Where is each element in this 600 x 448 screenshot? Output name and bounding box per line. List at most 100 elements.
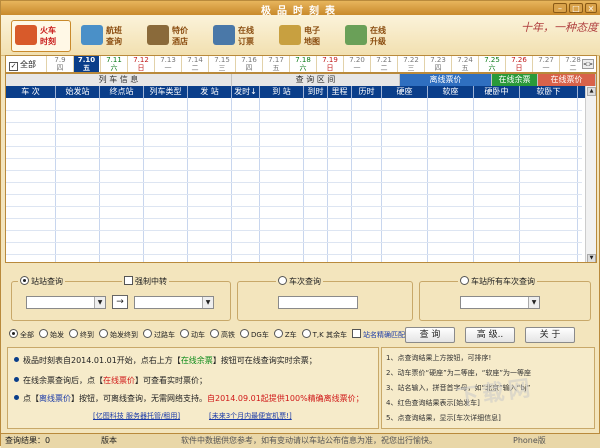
date-value: 7.19 (322, 56, 338, 64)
notice-line-1: 极品时刻表自2014.01.01开始，点右上方【在线余票】按钮可在线查询实时余票… (14, 356, 317, 366)
flight-query-button[interactable]: 航班 查询 (77, 20, 137, 52)
about-button[interactable]: 关 于 (525, 327, 575, 343)
transfer-label: 强制中转 (135, 277, 167, 286)
station-query-radio[interactable]: 站站查询 (18, 276, 65, 287)
column-header[interactable]: 到时 (304, 86, 328, 98)
column-header[interactable]: 终点站 (100, 86, 144, 98)
disclaimer-text: 软件中数据供您参考，如有变动请以车站公布信息为准，祝您出行愉快。 (181, 436, 437, 445)
swap-stations-button[interactable]: → (112, 295, 128, 309)
filter-radio[interactable]: T,K 其余车 (301, 329, 347, 339)
column-header[interactable]: 发 站 (188, 86, 232, 98)
server-hosting-link[interactable]: [亿图科技 服务器托管/租用] (93, 411, 180, 421)
filter-radio[interactable]: 动车 (180, 329, 205, 339)
date-value: 7.27 (538, 56, 554, 64)
date-tab[interactable]: 7.18 六 (289, 56, 316, 72)
close-button[interactable]: × (585, 3, 597, 13)
date-tab[interactable]: 7.9 四 (46, 56, 73, 72)
query-button[interactable]: 查 询 (405, 327, 455, 343)
date-tab[interactable]: 7.24 五 (451, 56, 478, 72)
column-header[interactable]: 软座 (428, 86, 474, 98)
date-tab[interactable]: 7.16 四 (235, 56, 262, 72)
train-number-input[interactable] (278, 296, 358, 309)
online-booking-button[interactable]: 在线 订票 (209, 20, 269, 52)
column-header[interactable]: 到 站 (260, 86, 304, 98)
cheap-flights-link[interactable]: [未来3个月内最便宜机票!] (209, 411, 292, 421)
train-query-radio[interactable]: 车次查询 (276, 276, 323, 287)
vertical-scrollbar[interactable]: ▲ ▼ (585, 86, 596, 262)
date-tab[interactable]: 7.27 一 (532, 56, 559, 72)
date-tab[interactable]: 7.12 日 (127, 56, 154, 72)
date-tab[interactable]: 7.10 五 (73, 56, 99, 72)
online-price-header[interactable]: 在线票价 (538, 74, 596, 86)
column-header[interactable]: 里程 (328, 86, 352, 98)
date-tab[interactable]: 7.13 一 (154, 56, 181, 72)
hotel-deals-button[interactable]: 特价 酒店 (143, 20, 203, 52)
filter-radio[interactable]: 高铁 (210, 329, 235, 339)
column-header[interactable]: 历时 (352, 86, 382, 98)
filter-radio[interactable]: 终到 (69, 329, 94, 339)
scroll-down-icon[interactable]: ▼ (587, 254, 596, 262)
column-header[interactable]: 软卧下 (520, 86, 578, 98)
online-upgrade-button[interactable]: 在线 升级 (341, 20, 401, 52)
date-tab[interactable]: 7.15 三 (208, 56, 235, 72)
online-upgrade-icon (345, 25, 367, 45)
station-select[interactable]: ▼ (460, 296, 540, 309)
weekday-value: 五 (461, 64, 469, 72)
radio-icon (460, 276, 469, 285)
date-tab[interactable]: 7.23 四 (424, 56, 451, 72)
weekday-value: 六 (488, 64, 496, 72)
date-tab[interactable]: 7.17 五 (262, 56, 289, 72)
notice-text: 】按钮，可离线查询，无需网络支持。 (71, 394, 207, 403)
exact-match-checkbox[interactable]: 站名精确匹配 (351, 329, 405, 339)
minimize-button[interactable]: – (553, 3, 567, 13)
filter-radio[interactable]: 过路车 (143, 329, 175, 339)
online-tickets-link: 在线余票 (180, 356, 213, 365)
date-tab[interactable]: 7.28 二 (559, 56, 586, 72)
column-header[interactable]: 列车类型 (144, 86, 188, 98)
weekday-value: 二 (191, 64, 199, 72)
station-all-radio[interactable]: 车站所有车次查询 (458, 276, 537, 287)
column-header[interactable]: 车 次 (6, 86, 56, 98)
scroll-up-icon[interactable]: ▲ (587, 87, 596, 96)
weekday-value: 一 (542, 64, 550, 72)
column-header[interactable]: 硬座 (382, 86, 428, 98)
filter-radio[interactable]: DG车 (240, 329, 269, 339)
grid-line (6, 158, 582, 159)
date-tab[interactable]: 7.21 二 (370, 56, 397, 72)
date-tab[interactable]: 7.19 日 (316, 56, 343, 72)
date-tab[interactable]: 7.14 二 (181, 56, 208, 72)
weekday-value: 日 (326, 64, 334, 72)
e-map-button[interactable]: 电子 地图 (275, 20, 335, 52)
weekday-value: 三 (218, 64, 226, 72)
date-tab[interactable]: 7.11 六 (100, 56, 127, 72)
advanced-button[interactable]: 高 级.. (465, 327, 515, 343)
offline-price-header[interactable]: 离线票价 (400, 74, 492, 86)
column-header[interactable]: 发时↓ (232, 86, 260, 98)
version-label: 版本 (101, 436, 117, 445)
transfer-checkbox[interactable]: 强制中转 (122, 276, 169, 287)
all-dates-checkbox[interactable]: ✓ 全部 (9, 59, 36, 71)
online-tickets-header[interactable]: 在线余票 (492, 74, 538, 86)
query-range-header: 查 询 区 间 (232, 74, 400, 86)
notice-panel: 极品时刻表自2014.01.01开始，点右上方【在线余票】按钮可在线查询实时余票… (7, 347, 379, 429)
train-schedule-button[interactable]: 火车 时刻 (11, 20, 71, 52)
filter-radio[interactable]: 全部 (9, 329, 34, 339)
radio-icon (143, 329, 152, 338)
date-tab[interactable]: 7.26 日 (505, 56, 532, 72)
column-header[interactable]: 硬卧中 (474, 86, 520, 98)
filter-radio[interactable]: Z车 (273, 329, 297, 339)
date-tab[interactable]: 7.20 一 (343, 56, 370, 72)
train-info-header: 列 车 信 息 (6, 74, 232, 86)
column-header[interactable]: 始发站 (56, 86, 100, 98)
date-tab[interactable]: 7.22 三 (397, 56, 424, 72)
filter-radio[interactable]: 始发 (39, 329, 64, 339)
from-station-select[interactable]: ▼ (26, 296, 106, 309)
chevron-down-icon: ▼ (94, 297, 105, 308)
results-grid[interactable]: 列 车 信 息 查 询 区 间 离线票价 在线余票 在线票价 车 次始发站 终点站… (5, 73, 597, 263)
phone-version-link[interactable]: Phone版 (513, 434, 546, 447)
date-tab[interactable]: 7.25 六 (478, 56, 505, 72)
to-station-select[interactable]: ▼ (134, 296, 214, 309)
bullet-icon (14, 357, 19, 362)
maximize-button[interactable]: □ (569, 3, 583, 13)
filter-radio[interactable]: 始发终到 (99, 329, 138, 339)
